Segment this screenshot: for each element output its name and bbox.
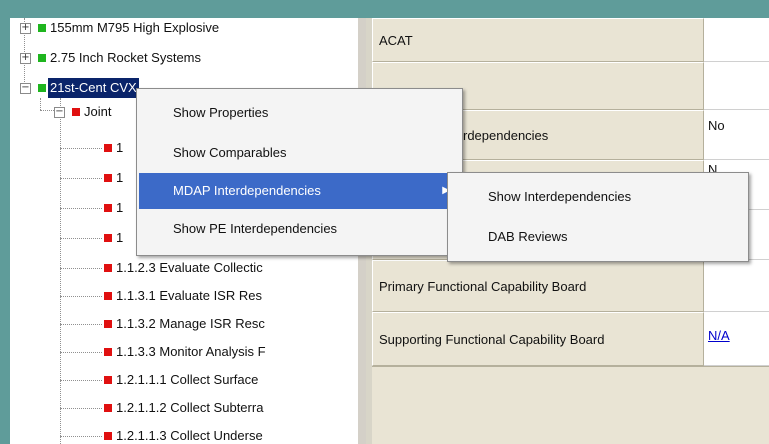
collapse-icon[interactable]: − xyxy=(20,83,31,94)
property-row-primary-fcb[interactable]: Primary Functional Capability Board xyxy=(366,260,769,312)
menu-item-label: Show Interdependencies xyxy=(488,189,632,204)
expand-icon[interactable]: + xyxy=(20,53,31,64)
menu-item-show-properties[interactable]: Show Properties xyxy=(139,95,460,131)
status-red-icon xyxy=(104,404,112,412)
expand-icon[interactable]: + xyxy=(20,23,31,34)
context-menu: Show Properties Show Comparables MDAP In… xyxy=(136,88,463,256)
tree-node-label: 155mm M795 High Explosive xyxy=(50,20,220,35)
tree-node-label: 1 xyxy=(116,230,124,245)
status-red-icon xyxy=(104,348,112,356)
status-green-icon xyxy=(38,24,46,32)
tree-node-label: 1.1.3.3 Monitor Analysis F xyxy=(116,344,266,359)
status-red-icon xyxy=(104,234,112,242)
menu-item-label: MDAP Interdependencies xyxy=(173,183,321,198)
property-value[interactable]: No xyxy=(704,110,769,160)
menu-item-dab-reviews[interactable]: DAB Reviews xyxy=(450,219,746,255)
tree-node-label: 1.1.2.3 Evaluate Collectic xyxy=(116,260,263,275)
status-red-icon xyxy=(72,108,80,116)
tree-node[interactable]: 1.1.3.2 Manage ISR Resc xyxy=(10,314,358,334)
tree-node-label: Joint xyxy=(84,104,112,119)
tree-node-label: 1.2.1.1.2 Collect Subterra xyxy=(116,400,264,415)
submenu: Show Interdependencies DAB Reviews xyxy=(447,172,749,262)
status-red-icon xyxy=(104,174,112,182)
property-row-supporting-fcb[interactable]: Supporting Functional Capability Board N… xyxy=(366,312,769,366)
tree-node[interactable]: 1.1.3.1 Evaluate ISR Res xyxy=(10,286,358,306)
tree-node[interactable]: + 155mm M795 High Explosive xyxy=(10,18,358,38)
property-value-link[interactable]: N/A xyxy=(704,312,769,366)
tree-node[interactable]: 1.1.2.3 Evaluate Collectic xyxy=(10,258,358,278)
tree-node[interactable]: 1.2.1.1.3 Collect Underse xyxy=(10,426,358,444)
property-value[interactable] xyxy=(704,62,769,110)
status-red-icon xyxy=(104,264,112,272)
status-red-icon xyxy=(104,320,112,328)
property-name: ACAT xyxy=(372,18,704,62)
property-value[interactable] xyxy=(704,260,769,312)
tree-node[interactable]: 1.1.3.3 Monitor Analysis F xyxy=(10,342,358,362)
status-red-icon xyxy=(104,144,112,152)
menu-item-show-pe-interdependencies[interactable]: Show PE Interdependencies xyxy=(139,211,460,247)
property-row-acat[interactable]: ACAT xyxy=(366,18,769,62)
application-window: + 155mm M795 High Explosive + 2.75 Inch … xyxy=(10,18,769,444)
tree-node-label: 1 xyxy=(116,170,124,185)
tree-node-label: 1 xyxy=(116,200,124,215)
tree-node-label: 1.2.1.1.1 Collect Surface xyxy=(116,372,259,387)
tree-node-label: 1.2.1.1.3 Collect Underse xyxy=(116,428,263,443)
tree-node[interactable]: 1.2.1.1.1 Collect Surface xyxy=(10,370,358,390)
collapse-icon[interactable]: − xyxy=(54,107,65,118)
menu-item-label: Show Properties xyxy=(173,105,269,120)
menu-item-show-comparables[interactable]: Show Comparables xyxy=(139,135,460,171)
property-value[interactable] xyxy=(704,18,769,62)
status-green-icon xyxy=(38,54,46,62)
tree-node-label: 1 xyxy=(116,140,124,155)
menu-item-label: DAB Reviews xyxy=(488,229,568,244)
tree-node[interactable]: 1.2.1.1.2 Collect Subterra xyxy=(10,398,358,418)
menu-item-mdap-interdependencies[interactable]: MDAP Interdependencies ▶ xyxy=(139,173,460,209)
tree-node-label: 21st-Cent CVX xyxy=(48,78,139,98)
menu-item-show-interdependencies[interactable]: Show Interdependencies xyxy=(450,179,746,215)
tree-node-label: 2.75 Inch Rocket Systems xyxy=(50,50,202,65)
status-green-icon xyxy=(38,84,46,92)
status-red-icon xyxy=(104,376,112,384)
property-name: Supporting Functional Capability Board xyxy=(372,312,704,366)
menu-item-label: Show PE Interdependencies xyxy=(173,221,338,236)
status-red-icon xyxy=(104,292,112,300)
tree-node-label: 1.1.3.1 Evaluate ISR Res xyxy=(116,288,262,303)
tree-node-label: 1.1.3.2 Manage ISR Resc xyxy=(116,316,265,331)
menu-item-label: Show Comparables xyxy=(173,145,287,160)
property-grid-empty-area xyxy=(372,366,769,444)
status-red-icon xyxy=(104,432,112,440)
status-red-icon xyxy=(104,204,112,212)
tree-node[interactable]: + 2.75 Inch Rocket Systems xyxy=(10,48,358,68)
property-name: Primary Functional Capability Board xyxy=(372,260,704,312)
